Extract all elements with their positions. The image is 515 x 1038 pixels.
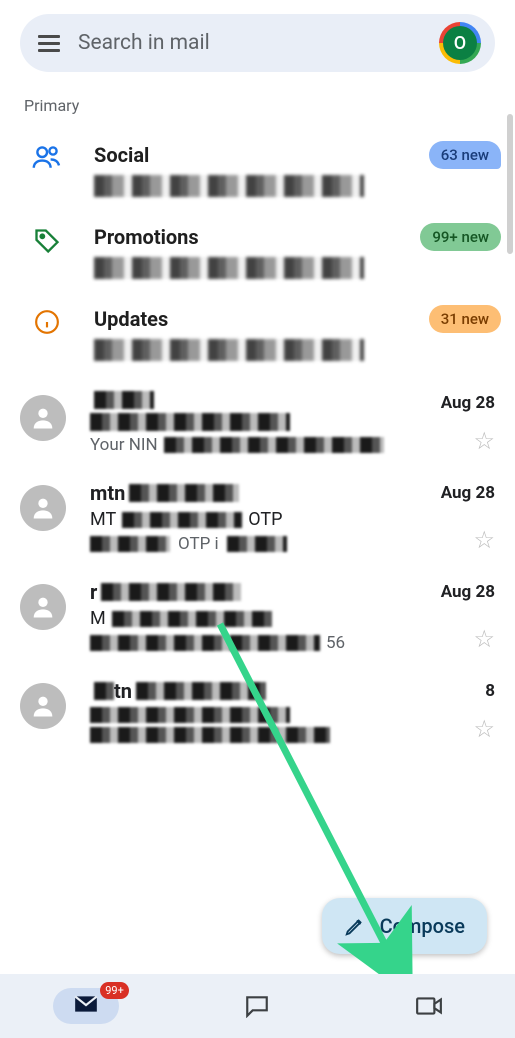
search-placeholder[interactable]: Search in mail (78, 31, 439, 55)
email-subject-suffix: OTP (248, 509, 282, 530)
email-date: Aug 28 (441, 582, 495, 602)
video-icon (415, 995, 443, 1017)
pencil-icon (344, 915, 366, 937)
chat-icon (244, 994, 270, 1018)
email-date: Aug 28 (441, 483, 495, 503)
email-row[interactable]: Aug 28 Your NIN ☆ (0, 375, 515, 465)
email-row[interactable]: Aug 28 r M 56 ☆ (0, 564, 515, 663)
redacted-preview (94, 257, 364, 279)
email-from-text: r (90, 580, 97, 604)
nav-meet[interactable] (399, 995, 459, 1017)
info-icon (30, 309, 64, 335)
menu-icon[interactable] (38, 35, 60, 52)
tag-icon (30, 227, 64, 255)
category-social[interactable]: Social 63 new (0, 129, 515, 211)
people-icon (30, 145, 64, 169)
star-icon[interactable]: ☆ (473, 715, 495, 743)
email-date: 8 (485, 681, 495, 701)
star-icon[interactable]: ☆ (473, 427, 495, 455)
category-updates[interactable]: Updates 31 new (0, 293, 515, 375)
bottom-nav: 99+ (0, 974, 515, 1038)
avatar-initial: O (443, 26, 477, 60)
email-date: Aug 28 (441, 393, 495, 413)
sender-avatar (20, 584, 66, 630)
email-row[interactable]: 8 tn ☆ (0, 663, 515, 753)
redacted-preview (94, 175, 364, 197)
sender-avatar (20, 485, 66, 531)
category-promotions[interactable]: Promotions 99+ new (0, 211, 515, 293)
email-from-text: mtn (90, 481, 125, 505)
email-preview-mid: OTP i (178, 534, 219, 554)
account-avatar[interactable]: O (439, 22, 481, 64)
email-subject-prefix: M (90, 608, 106, 629)
badge-promotions: 99+ new (420, 223, 501, 251)
primary-label: Primary (24, 96, 515, 115)
scrollbar[interactable] (507, 114, 513, 254)
sender-avatar (20, 683, 66, 729)
compose-button[interactable]: Compose (322, 898, 487, 954)
mail-icon (73, 994, 99, 1014)
email-preview-text: Your NIN (90, 435, 158, 455)
star-icon[interactable]: ☆ (473, 526, 495, 554)
nav-chat[interactable] (227, 994, 287, 1018)
email-subject-prefix: MT (90, 509, 116, 530)
email-preview-suffix: 56 (326, 633, 345, 653)
nav-mail[interactable]: 99+ (56, 988, 116, 1024)
compose-label: Compose (380, 914, 465, 938)
badge-social: 63 new (429, 141, 501, 169)
star-icon[interactable]: ☆ (473, 625, 495, 653)
email-from-text: tn (114, 679, 132, 703)
badge-updates: 31 new (429, 305, 501, 333)
redacted-preview (94, 339, 364, 361)
search-bar[interactable]: Search in mail O (20, 14, 495, 72)
mail-badge: 99+ (100, 982, 129, 999)
sender-avatar (20, 395, 66, 441)
email-row[interactable]: Aug 28 mtn MT OTP OTP i ☆ (0, 465, 515, 564)
